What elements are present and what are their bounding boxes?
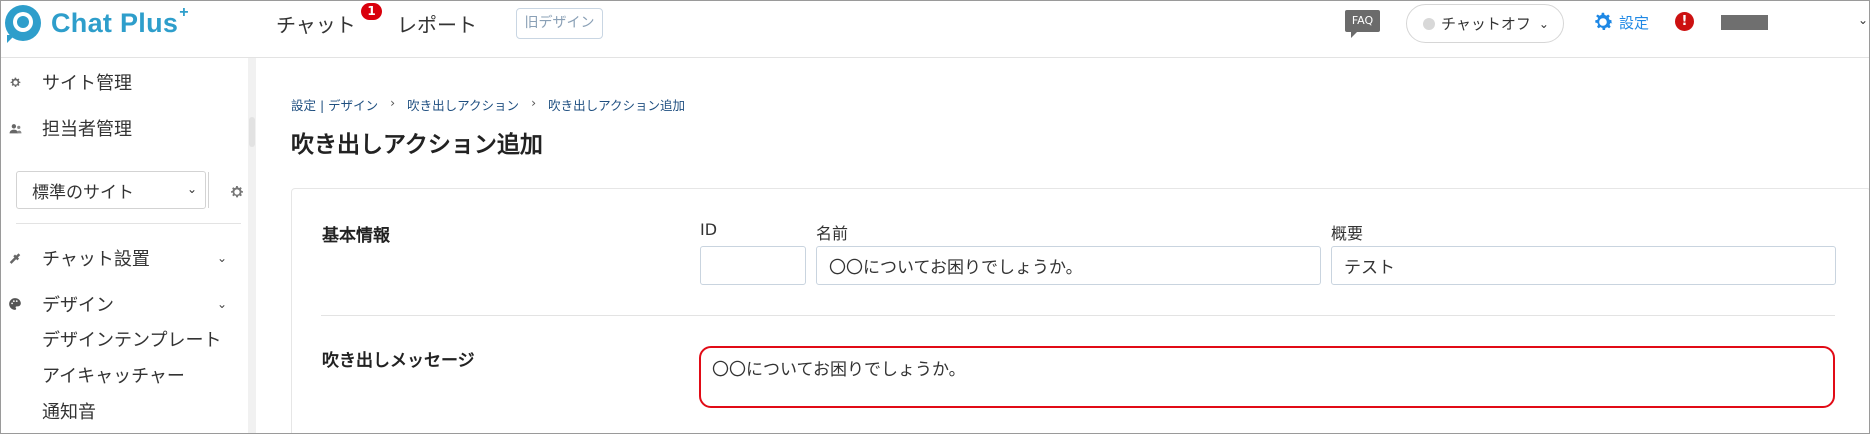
summary-field[interactable] <box>1331 246 1836 285</box>
summary-label: 概要 <box>1331 224 1364 243</box>
chevron-down-icon: ⌄ <box>187 182 198 196</box>
user-menu-chevron-icon[interactable]: ⌄ <box>1858 13 1868 27</box>
sidebar-subitem-design-template[interactable]: デザインテンプレート <box>42 326 221 352</box>
sidebar-subitem-notification-sound[interactable]: 通知音 <box>42 398 96 424</box>
sidebar-scrollbar[interactable] <box>248 58 256 433</box>
logo[interactable]: Chat Plus+ <box>5 3 189 43</box>
section-divider <box>321 315 1835 316</box>
breadcrumb-balloon-action[interactable]: 吹き出しアクション <box>407 95 519 114</box>
nav-report[interactable]: レポート <box>397 9 477 38</box>
section-title-balloon-message: 吹き出しメッセージ <box>322 351 475 371</box>
page-title: 吹き出しアクション追加 <box>291 132 543 158</box>
sidebar-item-label: サイト管理 <box>42 73 132 94</box>
chevron-down-icon: ⌄ <box>216 251 227 265</box>
id-field[interactable] <box>700 246 806 285</box>
sidebar-scrollbar-thumb[interactable] <box>249 117 255 147</box>
settings-label: 設定 <box>1619 13 1650 32</box>
site-settings-gear-icon[interactable] <box>229 184 245 200</box>
section-title-basic-info: 基本情報 <box>322 226 390 246</box>
sidebar-subitem-eyecatcher[interactable]: アイキャッチャー <box>42 362 185 388</box>
breadcrumb-separator: › <box>531 95 537 110</box>
nav-chat[interactable]: チャット <box>276 9 356 38</box>
app-window: Chat Plus+ チャット 1 レポート 旧デザイン FAQ チャットオフ … <box>0 0 1870 434</box>
settings-link[interactable]: 設定 <box>1591 10 1649 34</box>
name-field[interactable] <box>816 246 1321 285</box>
site-select-value: 標準のサイト <box>32 182 134 203</box>
site-select-dropdown[interactable]: 標準のサイト ⌄ <box>16 171 243 209</box>
sidebar-item-label: チャット設置 <box>42 249 150 270</box>
chat-status-dropdown[interactable]: チャットオフ ⌄ <box>1406 4 1564 43</box>
palette-icon <box>8 297 22 311</box>
sidebar-item-staff-admin[interactable]: 担当者管理 <box>1 115 241 141</box>
sidebar-item-label: 担当者管理 <box>42 119 132 140</box>
gear-icon <box>8 75 22 89</box>
gear-icon <box>1595 12 1613 30</box>
user-name-redacted[interactable] <box>1721 15 1768 30</box>
top-header: Chat Plus+ チャット 1 レポート 旧デザイン FAQ チャットオフ … <box>1 1 1869 58</box>
status-dot-icon <box>1423 17 1435 30</box>
breadcrumb-current: 吹き出しアクション追加 <box>548 98 685 113</box>
breadcrumb-separator: › <box>390 95 396 110</box>
chat-notification-badge: 1 <box>361 3 382 20</box>
name-label: 名前 <box>816 224 849 243</box>
chevron-down-icon: ⌄ <box>1538 16 1549 31</box>
alert-icon[interactable]: ! <box>1675 12 1694 31</box>
breadcrumb: 設定 | デザイン › 吹き出しアクション › 吹き出しアクション追加 <box>291 95 685 114</box>
tools-icon <box>8 251 22 265</box>
faq-icon[interactable]: FAQ <box>1345 10 1380 38</box>
sidebar-item-chat-settings[interactable]: チャット設置 ⌄ <box>1 245 241 271</box>
logo-text: Chat Plus+ <box>51 3 189 38</box>
breadcrumb-settings-design[interactable]: 設定 | デザイン <box>291 95 378 114</box>
sidebar-item-design[interactable]: デザイン ⌄ <box>1 291 241 317</box>
sidebar-divider <box>16 223 241 224</box>
old-design-button[interactable]: 旧デザイン <box>516 8 603 39</box>
chat-status-label: チャットオフ <box>1441 15 1531 33</box>
id-label: ID <box>700 220 718 239</box>
users-icon <box>8 121 22 135</box>
logo-bubble-icon <box>5 5 41 43</box>
sidebar-item-label: デザイン <box>42 295 114 316</box>
chevron-down-icon: ⌄ <box>216 297 227 311</box>
sidebar-item-site-admin[interactable]: サイト管理 <box>1 69 241 95</box>
balloon-message-textarea[interactable]: 〇〇についてお困りでしょうか。 <box>699 346 1835 408</box>
